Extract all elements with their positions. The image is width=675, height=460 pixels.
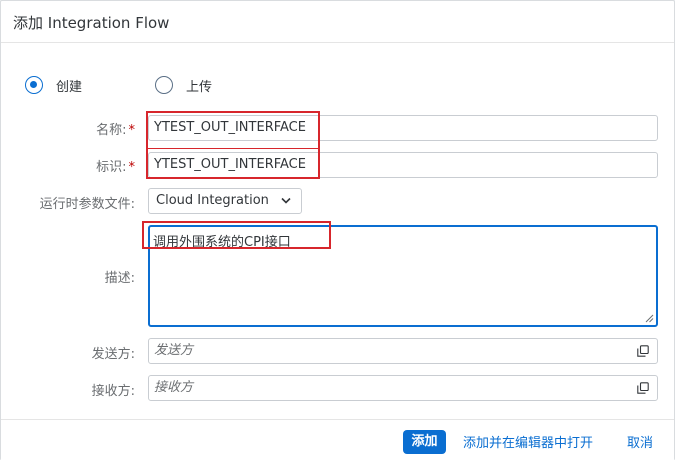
name-id-highlight-divider xyxy=(146,148,320,150)
id-required-mark: * xyxy=(128,160,136,175)
id-input-value: YTEST_OUT_INTERFACE xyxy=(154,157,306,172)
receiver-label: 接收方: xyxy=(91,384,135,399)
receiver-placeholder: 接收方 xyxy=(154,380,194,395)
sender-input[interactable]: 发送方 xyxy=(148,338,658,364)
sender-placeholder: 发送方 xyxy=(154,343,194,358)
name-label-text: 名称: xyxy=(96,123,127,138)
dialog-header: 添加 Integration Flow xyxy=(1,1,674,43)
cancel-button[interactable]: 取消 xyxy=(627,432,653,451)
radio-create[interactable]: 创建 xyxy=(25,75,82,95)
name-input[interactable]: YTEST_OUT_INTERFACE xyxy=(148,115,658,141)
id-input[interactable]: YTEST_OUT_INTERFACE xyxy=(148,152,658,178)
radio-create-label[interactable]: 创建 xyxy=(56,76,82,95)
resize-grip-icon[interactable] xyxy=(645,314,654,323)
id-label-text: 标识: xyxy=(96,160,127,175)
radio-upload-label[interactable]: 上传 xyxy=(186,76,212,95)
runtime-profile-label: 运行时参数文件: xyxy=(39,197,135,212)
sender-label: 发送方: xyxy=(91,347,135,362)
add-and-open-button[interactable]: 添加并在编辑器中打开 xyxy=(463,432,593,451)
description-label: 描述: xyxy=(104,271,135,286)
description-value: 调用外围系统的CPI接口 xyxy=(153,235,291,250)
id-label: 标识: * xyxy=(96,156,135,175)
radio-upload-indicator[interactable] xyxy=(155,76,173,94)
runtime-profile-value: Cloud Integration xyxy=(156,193,269,208)
dialog-title: 添加 Integration Flow xyxy=(13,14,170,32)
runtime-profile-select[interactable]: Cloud Integration xyxy=(148,188,302,214)
add-integration-flow-dialog: 添加 Integration Flow 创建 上传 名称: * YTEST_OUT… xyxy=(0,0,675,460)
name-required-mark: * xyxy=(128,123,136,138)
dialog-footer: 添加 添加并在编辑器中打开 取消 xyxy=(1,419,674,460)
name-input-value: YTEST_OUT_INTERFACE xyxy=(154,120,306,135)
receiver-input[interactable]: 接收方 xyxy=(148,375,658,401)
description-textarea[interactable]: 调用外围系统的CPI接口 xyxy=(148,225,658,327)
radio-create-indicator[interactable] xyxy=(25,76,43,94)
value-help-icon[interactable] xyxy=(637,382,649,394)
name-label: 名称: * xyxy=(96,119,135,138)
radio-upload[interactable]: 上传 xyxy=(155,75,212,95)
chevron-down-icon[interactable] xyxy=(281,197,291,205)
add-button[interactable]: 添加 xyxy=(403,430,446,454)
value-help-icon[interactable] xyxy=(637,345,649,357)
